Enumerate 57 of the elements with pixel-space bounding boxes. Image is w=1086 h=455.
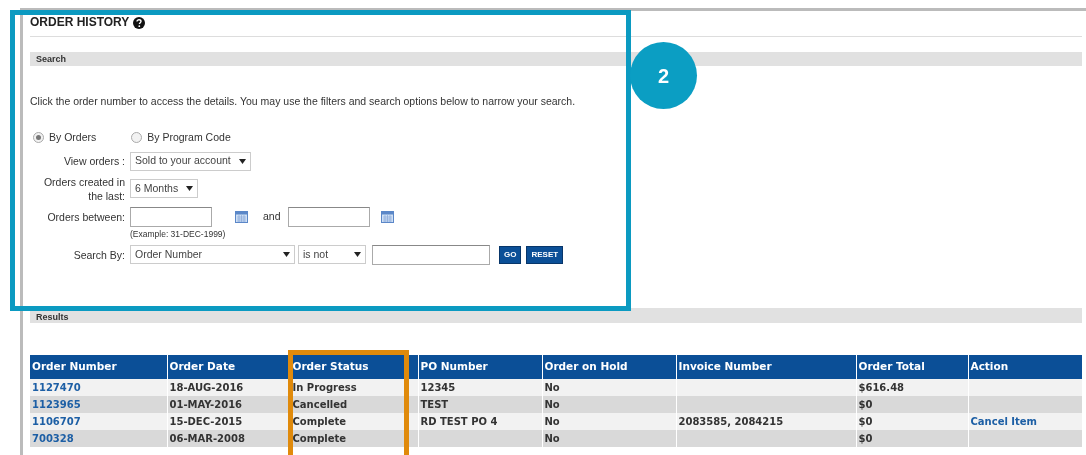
table-cell: 06-MAR-2008	[169, 432, 245, 444]
column-header: Order Total	[856, 354, 968, 379]
table-cell: Cancelled	[292, 398, 348, 410]
table-cell: 2083585, 2084215	[678, 415, 784, 427]
radio-label[interactable]: By Orders	[49, 129, 97, 146]
caret-icon	[186, 186, 194, 191]
help-icon	[133, 16, 146, 29]
period-dropdown[interactable]: 6 Months	[130, 179, 199, 198]
table-cell: $616.48	[858, 381, 905, 393]
go-button[interactable]: GO	[499, 245, 522, 264]
column-header: Order on Hold	[542, 354, 676, 379]
date-to-field[interactable]	[287, 206, 370, 227]
search-input[interactable]	[372, 244, 490, 265]
caret-icon	[283, 252, 290, 257]
table-cell: No	[544, 381, 560, 393]
column-header: Order Number	[30, 354, 167, 379]
field-label: Orders between:	[46, 209, 125, 224]
table-cell: No	[544, 398, 560, 410]
reset-button[interactable]: RESET	[526, 245, 564, 264]
radio-button[interactable]	[33, 132, 44, 144]
step-number-badge: 2	[630, 42, 697, 109]
table-cell: $0	[858, 432, 873, 444]
table-cell: 15-DEC-2015	[169, 415, 243, 427]
table-cell: No	[544, 415, 560, 427]
date-format-hint: (Example: 31-DEC-1999)	[130, 228, 226, 239]
table-cell: $0	[858, 415, 873, 427]
field-label: View orders :	[62, 154, 125, 168]
table-cell: TEST	[420, 398, 449, 410]
column-header: Order Date	[167, 354, 290, 379]
instructions-text: Click the order number to access the details. You may use the filters and search options below to narrow your search.	[30, 94, 577, 109]
caret-icon	[354, 252, 361, 257]
table-cell: In Progress	[292, 381, 357, 393]
table-cell: No	[544, 432, 560, 444]
section-header: Search	[30, 52, 1082, 66]
operator-dropdown[interactable]: is not	[298, 245, 366, 264]
column-header: PO Number	[418, 354, 542, 379]
table-cell: 01-MAY-2016	[169, 398, 243, 410]
table-cell: Complete	[292, 415, 347, 427]
and-label: and	[263, 208, 281, 224]
search-field-dropdown[interactable]: Order Number	[130, 245, 295, 264]
radio-button[interactable]	[131, 132, 143, 144]
radio-label[interactable]: By Program Code	[147, 129, 231, 146]
field-label: Orders created in the last:	[42, 174, 125, 203]
table-cell: RD TEST PO 4	[420, 415, 498, 427]
page-title: ORDER HISTORY	[30, 16, 130, 29]
table-cell: 12345	[420, 381, 456, 393]
view-orders-dropdown[interactable]: Sold to your account	[130, 151, 251, 171]
column-header: Invoice Number	[676, 354, 856, 379]
calendar-icon[interactable]	[235, 210, 248, 223]
table-cell: $0	[858, 398, 873, 410]
table-cell: 18-AUG-2016	[169, 381, 244, 393]
field-label: Search By:	[72, 247, 125, 262]
caret-icon	[238, 158, 246, 164]
calendar-icon[interactable]	[380, 210, 394, 223]
table-cell: Complete	[292, 432, 347, 444]
column-header: Action	[968, 354, 1082, 379]
date-from-field[interactable]	[130, 206, 212, 227]
